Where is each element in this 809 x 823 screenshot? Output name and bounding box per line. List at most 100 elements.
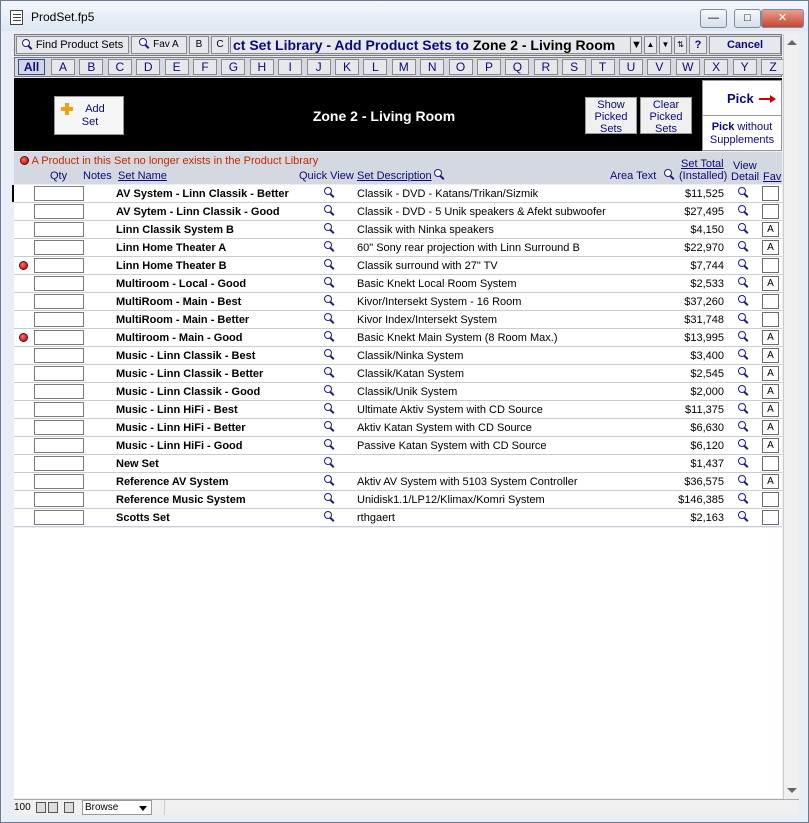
horizontal-scrollbar[interactable] <box>164 800 799 815</box>
quick-view-icon[interactable] <box>324 439 335 451</box>
fav-checkbox[interactable]: A <box>762 366 779 381</box>
filter-letter-q[interactable]: Q <box>505 59 530 75</box>
dropdown-arrow-icon[interactable]: ▼ <box>630 36 642 54</box>
find-product-sets-button[interactable]: Find Product Sets <box>16 36 129 54</box>
qty-input[interactable] <box>34 294 84 309</box>
filter-letter-b[interactable]: B <box>79 59 104 75</box>
zoom-out-icon[interactable] <box>36 802 46 813</box>
show-picked-sets-button[interactable]: Show Picked Sets <box>585 97 637 135</box>
view-detail-icon[interactable] <box>738 493 749 505</box>
quick-view-icon[interactable] <box>324 295 335 307</box>
sort-fav[interactable]: Fav <box>763 171 781 183</box>
quick-view-icon[interactable] <box>324 277 335 289</box>
close-button[interactable]: ✕ <box>761 9 804 28</box>
set-name[interactable]: MultiRoom - Main - Best <box>116 296 241 308</box>
quick-view-icon[interactable] <box>324 475 335 487</box>
fav-checkbox[interactable]: A <box>762 402 779 417</box>
set-name[interactable]: Music - Linn HiFi - Good <box>116 440 242 452</box>
view-detail-icon[interactable] <box>738 295 749 307</box>
view-detail-icon[interactable] <box>738 277 749 289</box>
table-row[interactable]: Scotts Set rthgaert $2,163 <box>14 509 782 527</box>
view-detail-icon[interactable] <box>738 457 749 469</box>
filter-letter-g[interactable]: G <box>221 59 246 75</box>
quick-view-icon[interactable] <box>324 331 335 343</box>
qty-input[interactable] <box>34 456 84 471</box>
minimize-button[interactable]: — <box>700 9 727 28</box>
filter-letter-m[interactable]: M <box>391 59 416 75</box>
set-name[interactable]: Linn Home Theater A <box>116 242 226 254</box>
filter-all-button[interactable]: All <box>18 59 45 75</box>
filter-letter-s[interactable]: S <box>562 59 587 75</box>
fav-checkbox[interactable]: A <box>762 384 779 399</box>
view-detail-icon[interactable] <box>738 403 749 415</box>
filter-letter-t[interactable]: T <box>590 59 615 75</box>
scroll-down-icon[interactable] <box>787 788 797 793</box>
vertical-scrollbar[interactable] <box>783 34 799 799</box>
filter-letter-v[interactable]: V <box>647 59 672 75</box>
table-row[interactable]: New Set $1,437 <box>14 455 782 473</box>
filter-letter-w[interactable]: W <box>675 59 700 75</box>
fav-checkbox[interactable]: A <box>762 438 779 453</box>
sort-icon[interactable]: ⇅ <box>674 36 687 54</box>
filter-letter-u[interactable]: U <box>619 59 643 75</box>
set-name[interactable]: AV System - Linn Classik - Better <box>116 188 289 200</box>
fav-checkbox[interactable]: A <box>762 240 779 255</box>
filter-letter-l[interactable]: L <box>363 59 388 75</box>
qty-input[interactable] <box>34 204 84 219</box>
quick-view-icon[interactable] <box>324 421 335 433</box>
clear-picked-sets-button[interactable]: Clear Picked Sets <box>640 97 692 135</box>
search-description-icon[interactable] <box>434 169 445 181</box>
table-row[interactable]: Music - Linn HiFi - Better Aktiv Katan Sy… <box>14 419 782 437</box>
qty-input[interactable] <box>34 366 84 381</box>
previous-record-icon[interactable]: ▲ <box>644 36 657 54</box>
cancel-button[interactable]: Cancel <box>709 36 781 54</box>
quick-view-icon[interactable] <box>324 367 335 379</box>
filter-letter-d[interactable]: D <box>136 59 161 75</box>
qty-input[interactable] <box>34 492 84 507</box>
qty-input[interactable] <box>34 186 84 201</box>
set-name[interactable]: Scotts Set <box>116 512 170 524</box>
table-row[interactable]: Music - Linn Classik - Better Classik/Kat… <box>14 365 782 383</box>
filter-letter-o[interactable]: O <box>448 59 473 75</box>
filter-letter-k[interactable]: K <box>335 59 359 75</box>
view-detail-icon[interactable] <box>738 259 749 271</box>
table-row[interactable]: MultiRoom - Main - Better Kivor Index/Int… <box>14 311 782 329</box>
fav-checkbox[interactable]: A <box>762 222 779 237</box>
search-area-text-icon[interactable] <box>664 169 675 181</box>
fav-checkbox[interactable] <box>762 186 779 201</box>
filter-letter-y[interactable]: Y <box>732 59 757 75</box>
filter-letter-f[interactable]: F <box>193 59 217 75</box>
fav-checkbox[interactable]: A <box>762 276 779 291</box>
table-row[interactable]: Music - Linn HiFi - Good Passive Katan Sy… <box>14 437 782 455</box>
filter-letter-n[interactable]: N <box>420 59 445 75</box>
pick-without-supplements-button[interactable]: Pick without Supplements <box>703 117 781 151</box>
table-row[interactable]: Music - Linn Classik - Best Classik/Ninka… <box>14 347 782 365</box>
set-name[interactable]: Music - Linn Classik - Best <box>116 350 255 362</box>
filter-letter-r[interactable]: R <box>533 59 558 75</box>
view-detail-icon[interactable] <box>738 439 749 451</box>
set-name[interactable]: Music - Linn HiFi - Better <box>116 422 246 434</box>
table-row[interactable]: Music - Linn Classik - Good Classik/Unik … <box>14 383 782 401</box>
table-row[interactable]: MultiRoom - Main - Best Kivor/Intersekt S… <box>14 293 782 311</box>
filter-letter-x[interactable]: X <box>704 59 729 75</box>
filter-letter-a[interactable]: A <box>51 59 75 75</box>
fav-checkbox[interactable] <box>762 510 779 525</box>
quick-view-icon[interactable] <box>324 457 335 469</box>
set-name[interactable]: Music - Linn HiFi - Best <box>116 404 238 416</box>
sort-set-total[interactable]: Set Total <box>681 158 724 170</box>
qty-input[interactable] <box>34 348 84 363</box>
qty-input[interactable] <box>34 474 84 489</box>
maximize-button[interactable]: □ <box>734 9 761 28</box>
fav-checkbox[interactable] <box>762 294 779 309</box>
filter-letter-j[interactable]: J <box>306 59 331 75</box>
fav-checkbox[interactable] <box>762 204 779 219</box>
fav-checkbox[interactable]: A <box>762 474 779 489</box>
next-record-icon[interactable]: ▼ <box>659 36 672 54</box>
fav-a-button[interactable]: Fav A <box>131 36 187 54</box>
fav-checkbox[interactable] <box>762 456 779 471</box>
qty-input[interactable] <box>34 402 84 417</box>
quick-view-icon[interactable] <box>324 385 335 397</box>
view-detail-icon[interactable] <box>738 385 749 397</box>
quick-view-icon[interactable] <box>324 493 335 505</box>
set-name[interactable]: Reference Music System <box>116 494 246 506</box>
